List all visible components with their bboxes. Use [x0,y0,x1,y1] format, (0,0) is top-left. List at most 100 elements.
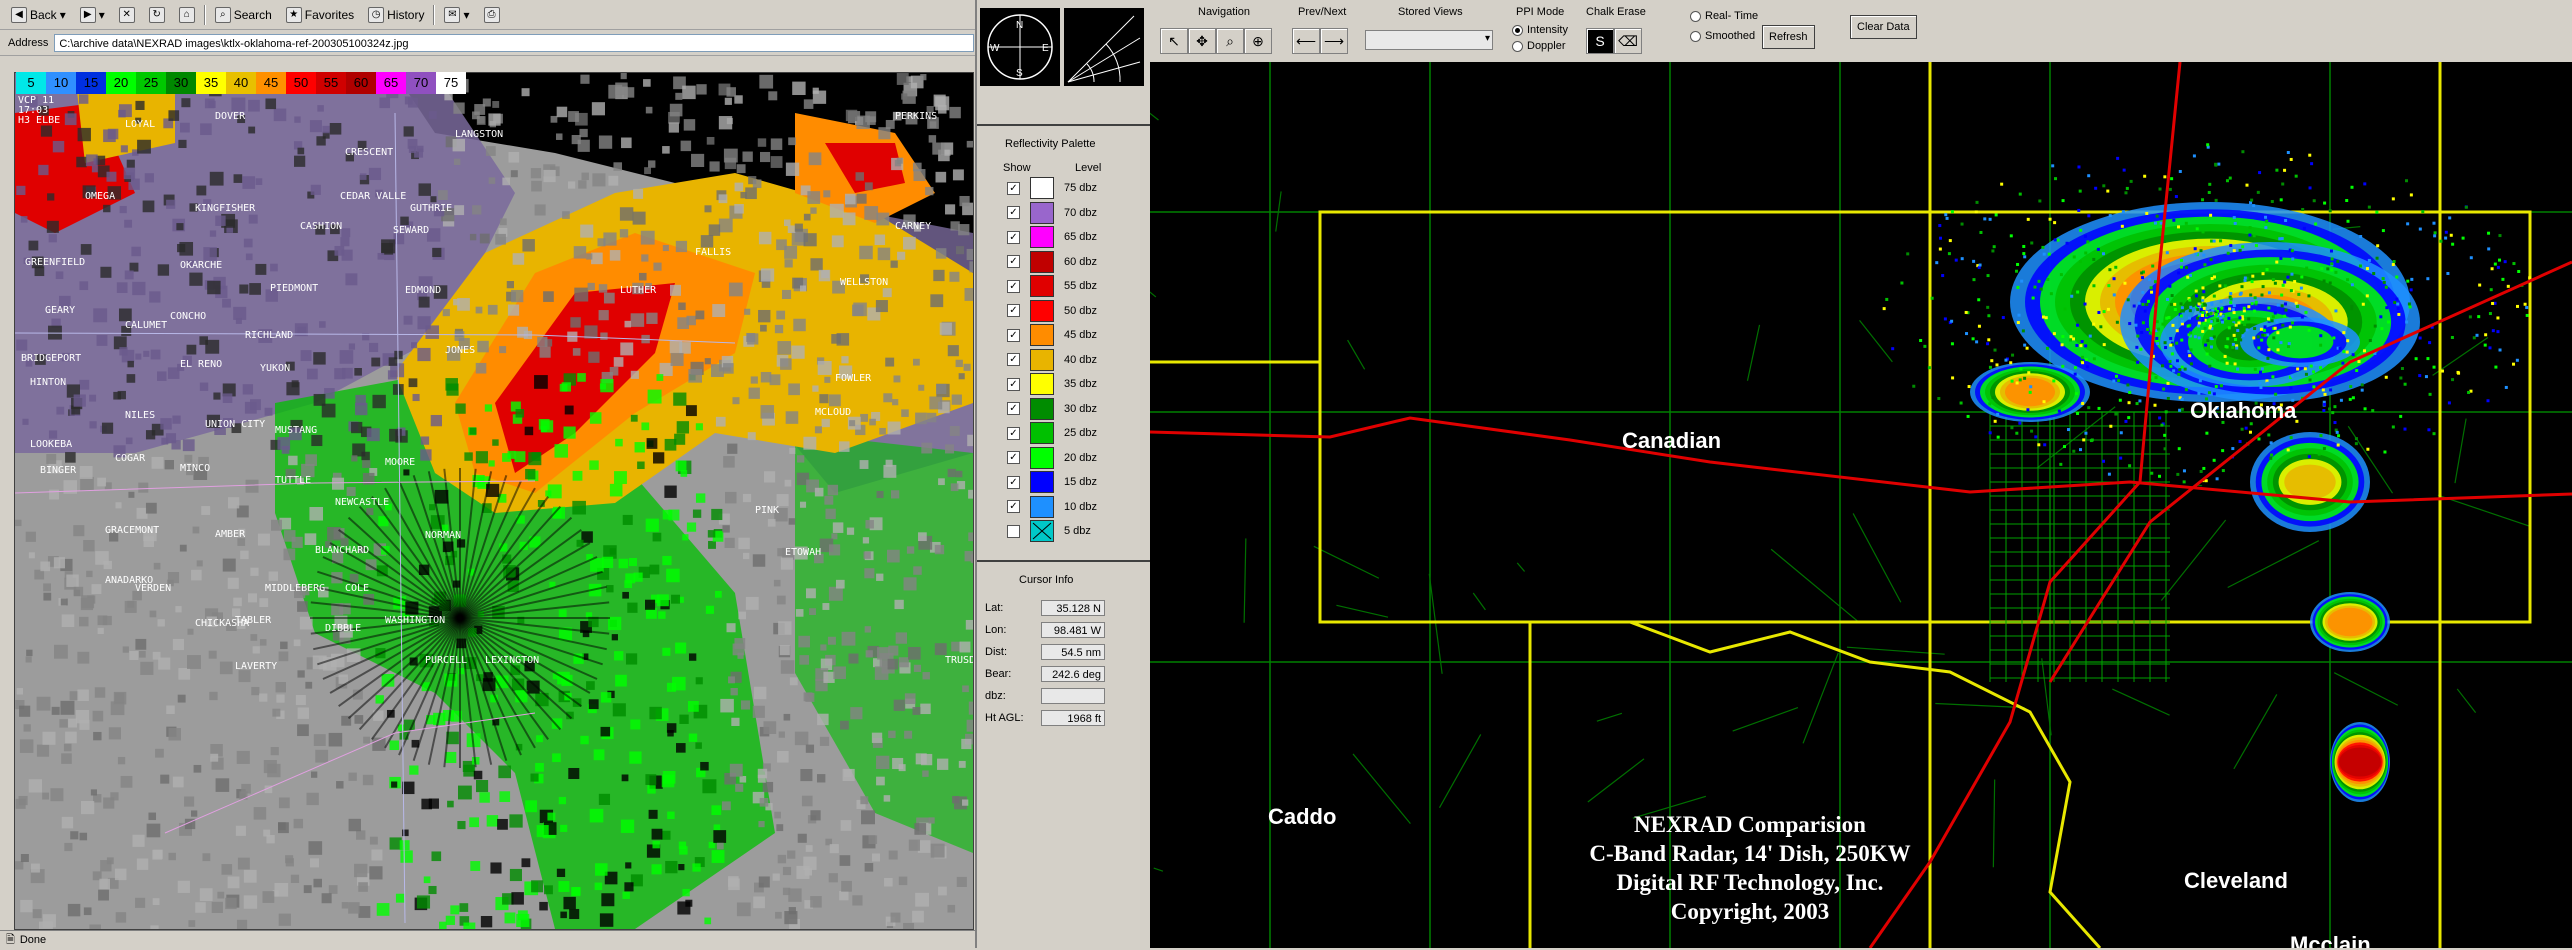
town-label: GREENFIELD [25,257,85,268]
show-checkbox[interactable]: ✓ [1007,304,1020,317]
show-checkbox[interactable]: ✓ [1007,280,1020,293]
radio-unchecked-icon [1512,41,1523,52]
level-header: Level [1075,162,1101,174]
pointer-tool[interactable]: ↖ [1160,28,1188,54]
zoom-tool[interactable]: ⌕ [1216,28,1244,54]
show-checkbox[interactable]: ✓ [1007,476,1020,489]
palette-row: ✓20 dbz [1007,446,1097,470]
level-label: 55 dbz [1064,280,1097,292]
show-checkbox[interactable] [1007,525,1020,538]
clear-data-button[interactable]: Clear Data [1850,15,1917,39]
print-button[interactable]: ⎙ [479,4,505,26]
palette-group: Reflectivity Palette Show Level ✓75 dbz✓… [977,124,1150,554]
color-swatch[interactable] [1030,373,1054,395]
color-swatch[interactable] [1030,520,1054,542]
pan-tool[interactable]: ✥ [1188,28,1216,54]
stop-button[interactable]: ✕ [114,4,140,26]
town-label: OKARCHE [180,260,222,271]
erase-button[interactable]: ⌫ [1614,28,1642,54]
color-swatch[interactable] [1030,422,1054,444]
radar-sweep-icon[interactable] [1064,8,1144,86]
color-swatch[interactable] [1030,275,1054,297]
show-checkbox[interactable]: ✓ [1007,378,1020,391]
next-view-button[interactable]: ⟶ [1320,28,1348,54]
scale-cell: 10 [46,72,76,94]
color-swatch[interactable] [1030,202,1054,224]
favorites-button[interactable]: ★Favorites [281,4,359,26]
refresh-button[interactable]: ↻ [144,4,170,26]
color-swatch[interactable] [1030,324,1054,346]
forward-button[interactable]: ▶▾ [75,4,110,26]
stored-views-select[interactable]: ▾ [1365,30,1493,50]
palette-row: ✓40 dbz [1007,348,1097,372]
history-button[interactable]: ◷History [363,4,429,26]
town-label: COLE [345,583,369,594]
favorites-label: Favorites [305,8,354,22]
cursor-info-value: 35.128 N [1041,600,1105,616]
town-label: PIEDMONT [270,283,318,294]
color-swatch[interactable] [1030,226,1054,248]
show-checkbox[interactable]: ✓ [1007,451,1020,464]
show-checkbox[interactable]: ✓ [1007,500,1020,513]
refresh-data-button[interactable]: Refresh [1762,25,1815,49]
cursor-info-label: dbz: [985,690,1041,702]
scale-cell: 55 [316,72,346,94]
palette-row: ✓65 dbz [1007,225,1097,249]
show-checkbox[interactable]: ✓ [1007,329,1020,342]
color-swatch[interactable] [1030,177,1054,199]
town-label: BRIDGEPORT [21,353,81,364]
nexrad-radar-image: DOVERLOYALCRESCENTLANGSTONPERKINSOMEGAKI… [14,72,974,930]
color-swatch[interactable] [1030,398,1054,420]
color-swatch[interactable] [1030,349,1054,371]
town-label: FALLIS [695,247,731,258]
globe-tool[interactable]: ⊕ [1244,28,1272,54]
chevron-down-icon: ▾ [463,8,469,22]
show-checkbox[interactable]: ✓ [1007,353,1020,366]
left-arrow-icon: ⟵ [1296,33,1316,49]
doppler-radio[interactable]: Doppler [1512,40,1566,52]
show-checkbox[interactable]: ✓ [1007,402,1020,415]
intensity-label: Intensity [1527,24,1568,36]
town-label: CASHION [300,221,342,232]
prev-view-button[interactable]: ⟵ [1292,28,1320,54]
show-checkbox[interactable]: ✓ [1007,427,1020,440]
show-checkbox[interactable]: ✓ [1007,206,1020,219]
town-label: KINGFISHER [195,203,256,214]
print-icon: ⎙ [484,7,500,23]
color-swatch[interactable] [1030,447,1054,469]
compass-rose-icon[interactable]: N S E W [980,8,1060,86]
cursor-info-value: 98.481 W [1041,622,1105,638]
town-label: GEARY [45,305,75,316]
show-checkbox[interactable]: ✓ [1007,182,1020,195]
level-label: 30 dbz [1064,403,1097,415]
cursor-info-value: 54.5 nm [1041,644,1105,660]
search-button[interactable]: ⌕Search [210,4,277,26]
intensity-radio[interactable]: Intensity [1512,24,1568,36]
history-icon: ◷ [368,7,384,23]
chalk-button[interactable]: S [1586,28,1614,54]
town-label: MINCO [180,463,210,474]
level-label: 60 dbz [1064,256,1097,268]
palette-row: 5 dbz [1007,519,1091,543]
color-swatch[interactable] [1030,471,1054,493]
color-swatch[interactable] [1030,300,1054,322]
palette-row: ✓70 dbz [1007,201,1097,225]
color-swatch[interactable] [1030,251,1054,273]
color-swatch[interactable] [1030,496,1054,518]
real-time-radio[interactable]: Real- Time [1690,10,1758,22]
cursor-info-value: 242.6 deg [1041,666,1105,682]
smoothed-label: Smoothed [1705,30,1755,42]
mail-button[interactable]: ✉▾ [439,4,474,26]
show-checkbox[interactable]: ✓ [1007,255,1020,268]
search-icon: ⌕ [215,7,231,23]
town-label: DIBBLE [325,623,361,634]
home-button[interactable]: ⌂ [174,4,200,26]
level-label: 75 dbz [1064,182,1097,194]
show-checkbox[interactable]: ✓ [1007,231,1020,244]
town-label: MOORE [385,457,415,468]
back-button[interactable]: ◀Back▾ [6,4,71,26]
smoothed-radio[interactable]: Smoothed [1690,30,1755,42]
address-input[interactable]: C:\archive data\NEXRAD images\ktlx-oklah… [54,34,974,52]
town-label: CARNEY [895,221,931,232]
radar-map: Canadian Oklahoma Caddo Cleveland Mcclai… [1150,62,2572,948]
